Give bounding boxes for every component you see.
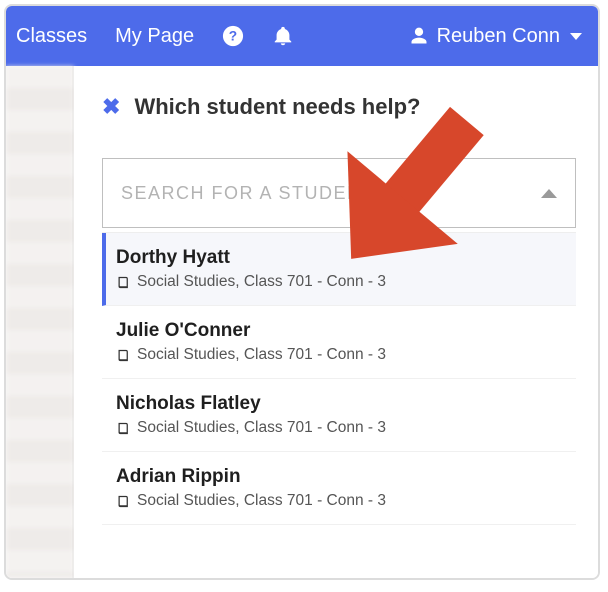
- student-class: Social Studies, Class 701 - Conn - 3: [116, 492, 566, 510]
- nav-classes[interactable]: Classes: [16, 25, 87, 48]
- class-label: Social Studies, Class 701 - Conn - 3: [137, 346, 386, 364]
- search-field-wrap[interactable]: [102, 158, 576, 228]
- top-navbar: Classes My Page ? Reuben Conn: [6, 6, 598, 66]
- nav-mypage[interactable]: My Page: [115, 25, 194, 48]
- close-icon[interactable]: ✖: [102, 94, 120, 120]
- student-name: Nicholas Flatley: [116, 393, 566, 415]
- list-item[interactable]: Dorthy Hyatt Social Studies, Class 701 -…: [102, 233, 576, 306]
- student-class: Social Studies, Class 701 - Conn - 3: [116, 419, 566, 437]
- user-icon: [409, 26, 429, 46]
- content-area: ✖ Which student needs help? Dorthy Hyatt…: [6, 66, 598, 578]
- student-name: Adrian Rippin: [116, 466, 566, 488]
- book-icon: [116, 421, 131, 436]
- class-label: Social Studies, Class 701 - Conn - 3: [137, 273, 386, 291]
- chevron-up-icon[interactable]: [541, 189, 557, 198]
- list-item[interactable]: Adrian Rippin Social Studies, Class 701 …: [102, 452, 576, 525]
- list-item[interactable]: Julie O'Conner Social Studies, Class 701…: [102, 306, 576, 379]
- student-picker-modal: ✖ Which student needs help? Dorthy Hyatt…: [74, 66, 598, 578]
- chevron-down-icon: [570, 33, 582, 40]
- user-menu[interactable]: Reuben Conn: [409, 25, 582, 48]
- book-icon: [116, 348, 131, 363]
- student-name: Dorthy Hyatt: [116, 247, 566, 269]
- book-icon: [116, 275, 131, 290]
- help-icon[interactable]: ?: [222, 25, 244, 47]
- modal-header: ✖ Which student needs help?: [102, 94, 576, 120]
- results-list: Dorthy Hyatt Social Studies, Class 701 -…: [102, 232, 576, 525]
- student-class: Social Studies, Class 701 - Conn - 3: [116, 273, 566, 291]
- list-item[interactable]: Nicholas Flatley Social Studies, Class 7…: [102, 379, 576, 452]
- student-class: Social Studies, Class 701 - Conn - 3: [116, 346, 566, 364]
- class-label: Social Studies, Class 701 - Conn - 3: [137, 492, 386, 510]
- student-name: Julie O'Conner: [116, 320, 566, 342]
- app-frame: Classes My Page ? Reuben Conn ✖ Which st…: [4, 4, 600, 580]
- bell-icon[interactable]: [272, 24, 294, 48]
- background-blur: [6, 66, 74, 578]
- book-icon: [116, 494, 131, 509]
- class-label: Social Studies, Class 701 - Conn - 3: [137, 419, 386, 437]
- search-input[interactable]: [121, 183, 541, 204]
- svg-text:?: ?: [229, 29, 237, 44]
- user-name: Reuben Conn: [437, 25, 560, 48]
- modal-title: Which student needs help?: [134, 94, 420, 120]
